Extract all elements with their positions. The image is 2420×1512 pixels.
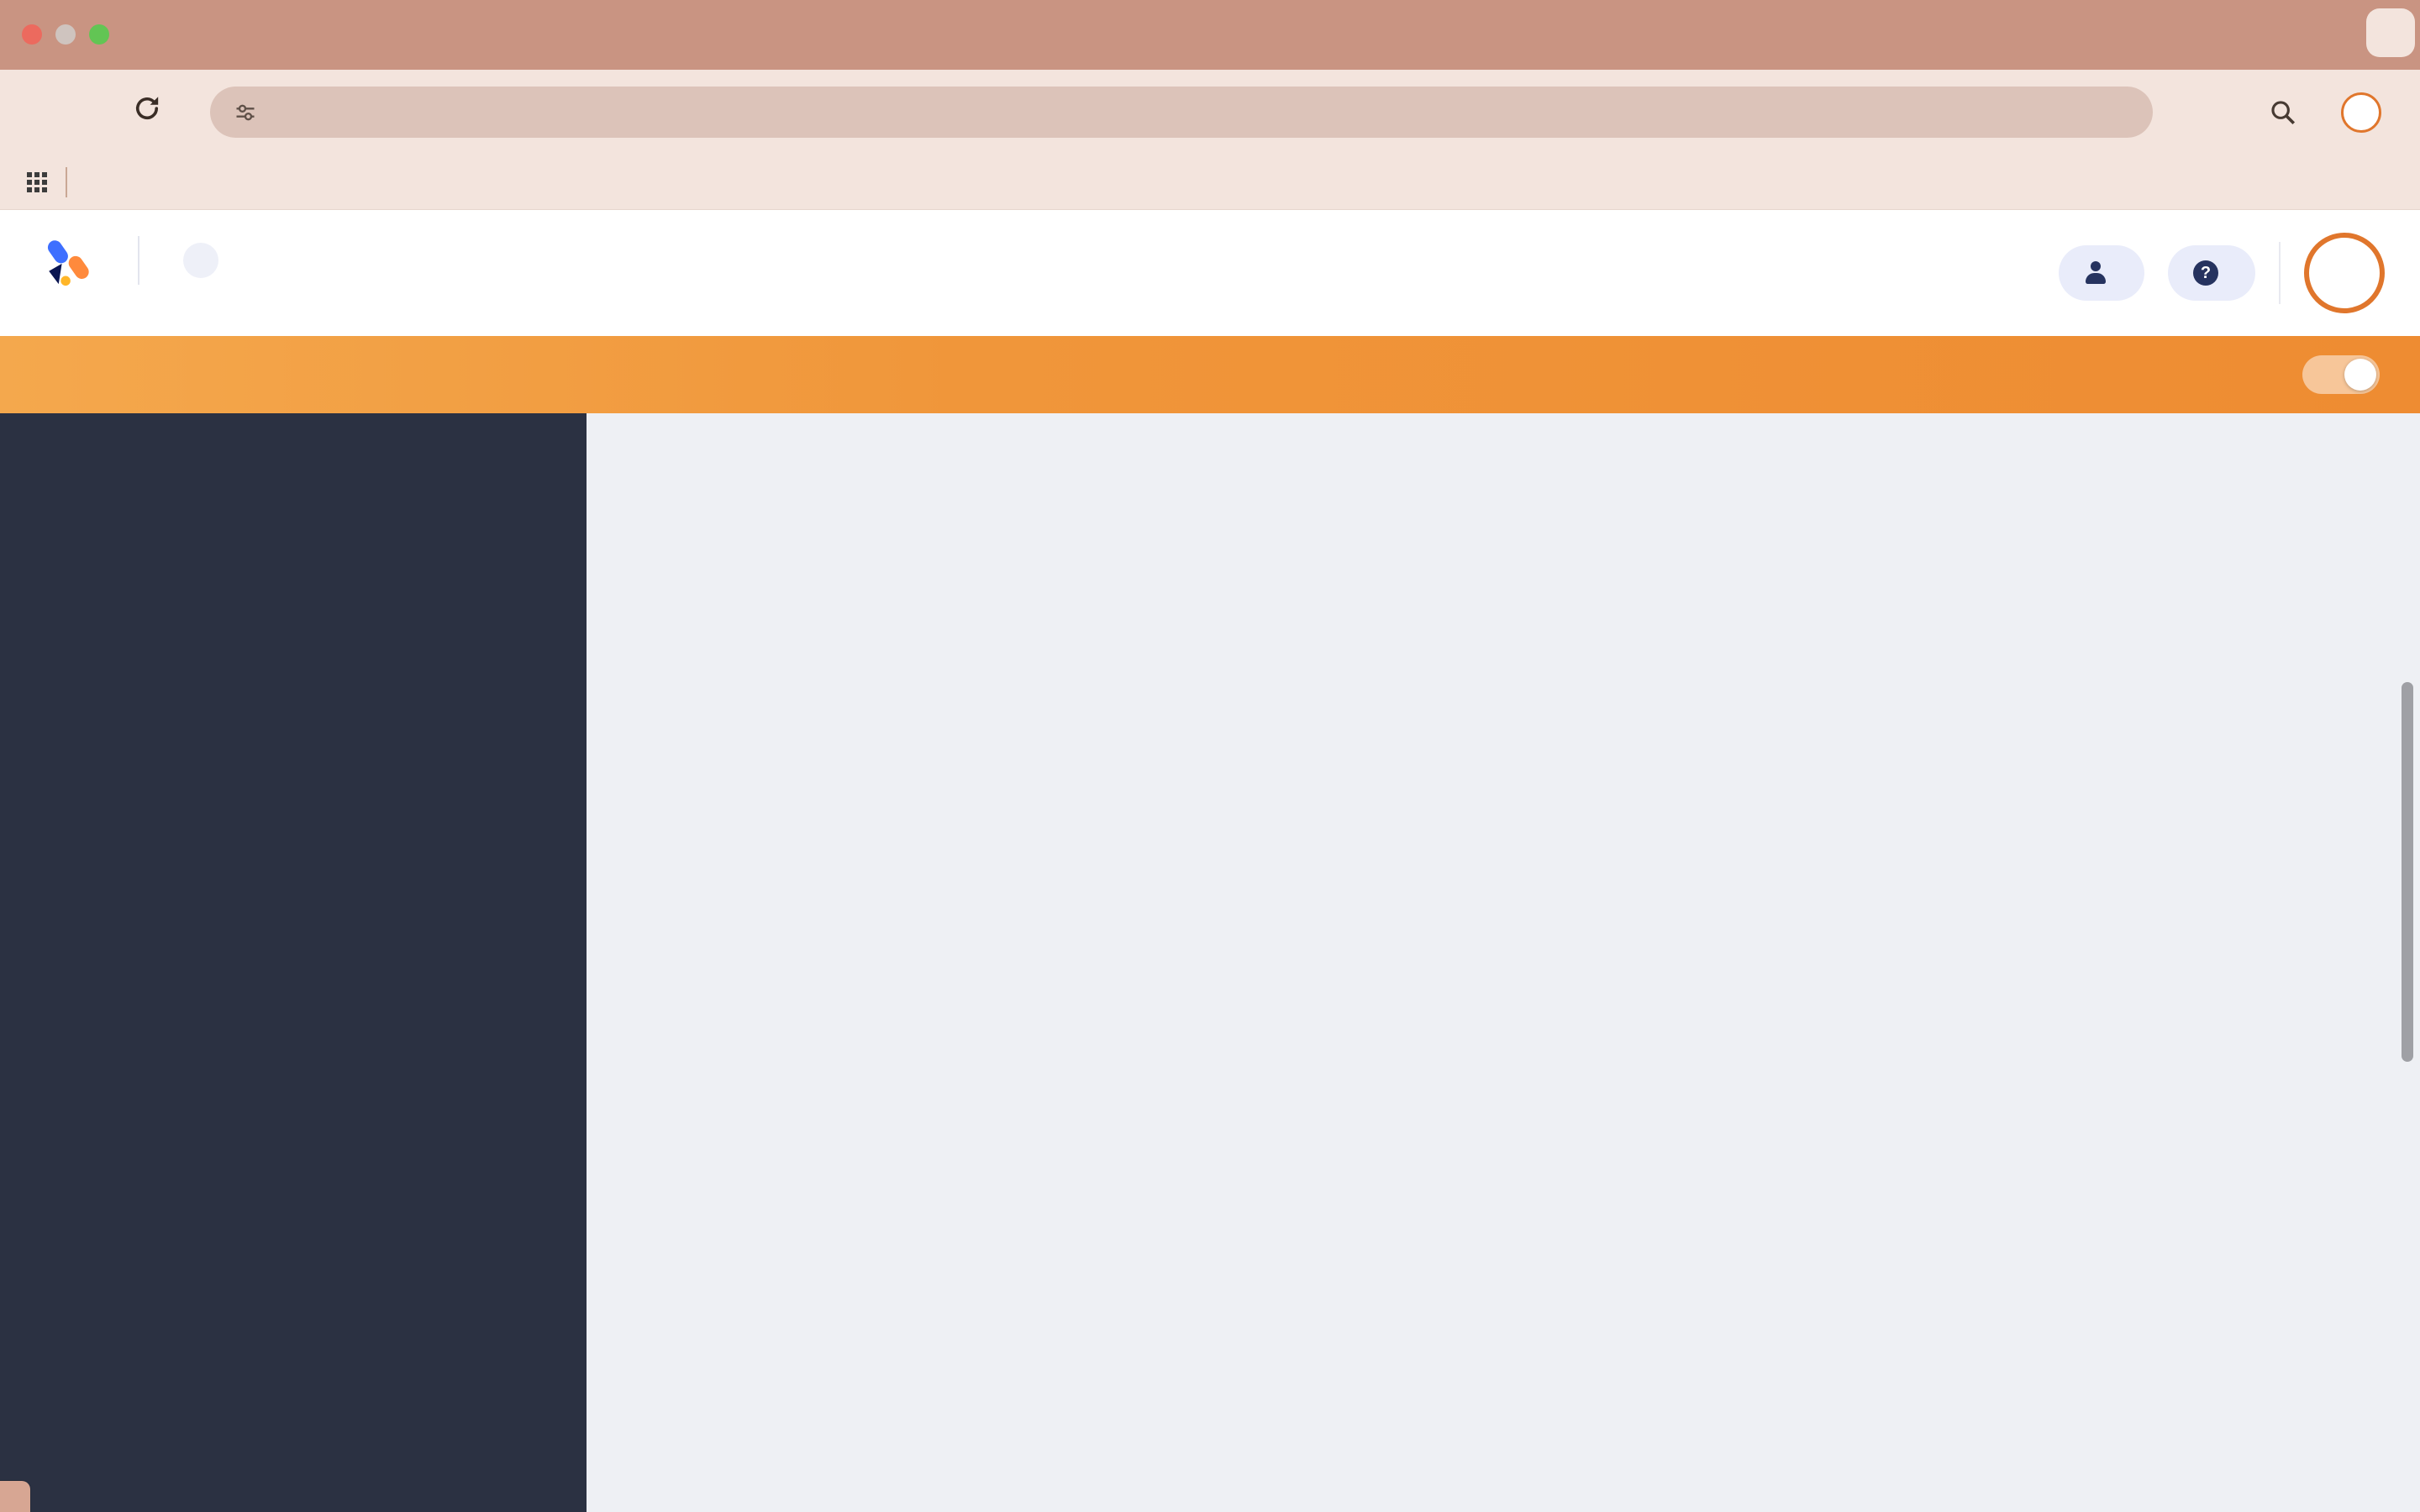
- conditions-panel: [587, 413, 2420, 1512]
- browser-profile-avatar[interactable]: [2341, 92, 2381, 133]
- bookmarks-bar: [0, 155, 2420, 210]
- screen: ?: [0, 0, 2420, 1512]
- reload-button[interactable]: [118, 93, 176, 132]
- account-avatar[interactable]: [2304, 233, 2385, 313]
- close-window-button[interactable]: [22, 24, 42, 45]
- new-tab-button[interactable]: [1849, 0, 1896, 70]
- address-bar[interactable]: [210, 87, 2153, 138]
- minimize-window-button[interactable]: [55, 24, 76, 45]
- help-button[interactable]: ?: [2168, 245, 2255, 301]
- brand-area: [40, 234, 218, 287]
- jotform-logo-icon[interactable]: [40, 234, 94, 287]
- tab-search-button[interactable]: [2366, 8, 2415, 57]
- builder-nav: [0, 336, 2420, 413]
- toggle-knob: [2344, 359, 2376, 391]
- zoom-icon[interactable]: [2269, 98, 2297, 127]
- browser-toolbar: [0, 70, 2420, 155]
- person-icon: [2084, 261, 2107, 285]
- window-controls: [22, 24, 109, 45]
- product-chevron-down-icon[interactable]: [183, 243, 218, 278]
- header-actions: ?: [2059, 210, 2385, 336]
- browser-tab-bar: [0, 0, 2420, 70]
- maximize-window-button[interactable]: [89, 24, 109, 45]
- settings-sidebar: [0, 413, 587, 1512]
- apps-grid-icon[interactable]: [25, 171, 49, 194]
- link-status-bar: [0, 1481, 30, 1512]
- bookmarks-divider: [66, 167, 67, 197]
- question-icon: ?: [2193, 260, 2218, 286]
- form-title-area: [832, 225, 1588, 235]
- page-scrollbar[interactable]: [2402, 682, 2413, 1062]
- add-collaborator-button[interactable]: [2059, 245, 2144, 301]
- site-settings-icon[interactable]: [234, 101, 257, 124]
- toolbar-right: [2269, 70, 2403, 155]
- jotform-header: ?: [0, 210, 2420, 336]
- brand-divider: [138, 236, 139, 285]
- form-preview-toggle[interactable]: [2302, 355, 2380, 394]
- form-preview-control: [2282, 355, 2380, 394]
- header-divider: [2279, 242, 2281, 304]
